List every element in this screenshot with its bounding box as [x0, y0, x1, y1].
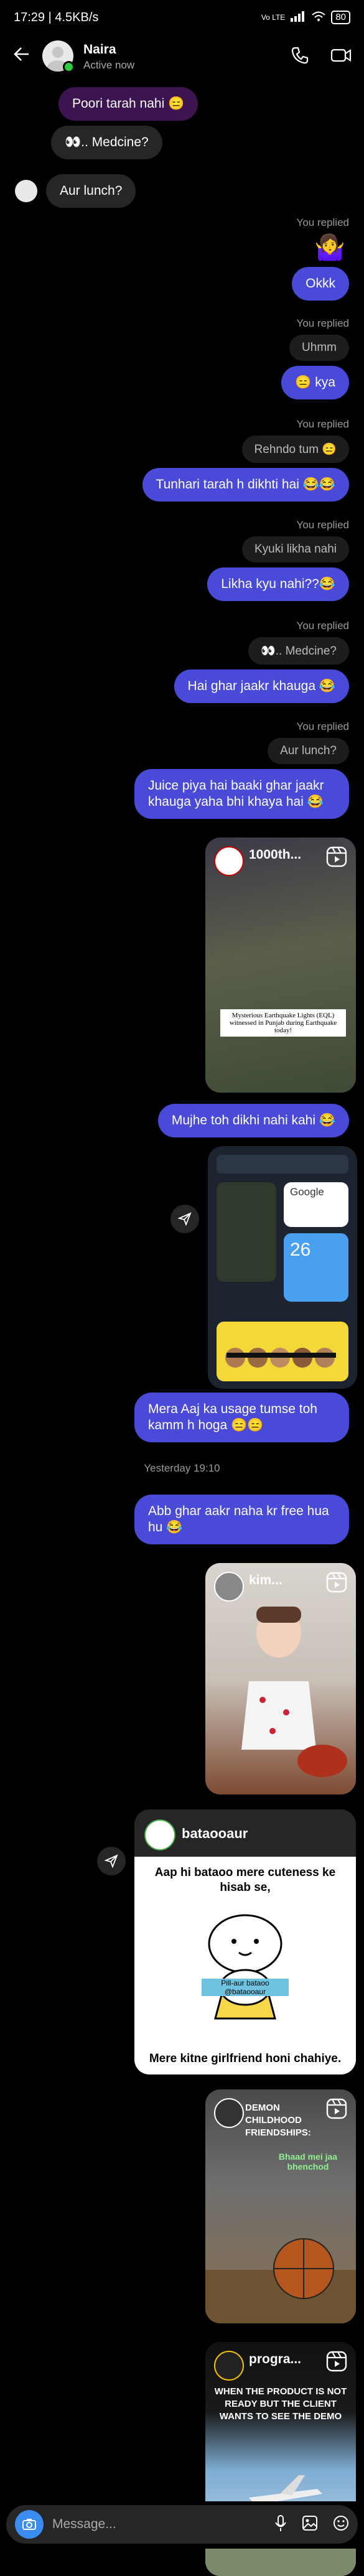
composer-bar: Message... — [6, 2505, 358, 2544]
outgoing-message[interactable]: Tunhari tarah h dikhti hai 😂😂 — [142, 468, 349, 502]
incoming-message[interactable]: 👀.. Medcine? — [51, 126, 162, 159]
outgoing-message[interactable]: Likha kyu nahi??😂 — [207, 567, 349, 601]
screenshot-banner — [217, 1322, 348, 1381]
reel-caption: WHEN THE PRODUCT IS NOT READY BUT THE CL… — [214, 2386, 347, 2422]
reel-card[interactable]: 1000th... Mysterious Earthquake Lights (… — [205, 838, 356, 1093]
reel-caption: Mysterious Earthquake Lights (EQL) witne… — [220, 1009, 346, 1037]
share-icon[interactable] — [97, 1847, 126, 1875]
post-text-bottom: Mere kitne girlfriend honi chahiye. — [149, 2052, 342, 2065]
message-row: Abb ghar aakr naha kr free hua hu 😂 — [134, 1495, 349, 1544]
replied-label: You replied — [296, 519, 349, 531]
reply-group: You replied 🤷‍♀️ Okkk — [292, 217, 349, 301]
quoted-sticker: 🤷‍♀️ — [314, 234, 345, 261]
reels-icon — [326, 846, 347, 870]
timestamp: Yesterday 19:10 — [144, 1462, 220, 1474]
status-time: 17:29 | 4.5KB/s — [14, 10, 99, 24]
post-account-name: bataooaur — [182, 1826, 248, 1841]
video-call-icon[interactable] — [330, 46, 352, 68]
reply-group: You replied Rehndo tum 😑 Tunhari tarah h… — [142, 418, 349, 502]
reel-caption: Bhaad mei jaa bhenchod — [278, 2152, 338, 2172]
contact-name: Naira — [83, 42, 116, 57]
screenshot-widget — [217, 1182, 276, 1282]
reel-card[interactable]: DEMON CHILDHOOD FRIENDSHIPS: Bhaad mei j… — [205, 2089, 356, 2323]
quoted-message: Uhmm — [289, 335, 349, 361]
reel-title: kim... — [249, 1573, 282, 1587]
status-icons: Vo LTE 80 — [261, 11, 350, 25]
outgoing-message[interactable]: Mujhe toh dikhi nahi kahi 😂 — [157, 1104, 349, 1137]
signal-icon — [290, 11, 306, 25]
reel-author-avatar — [214, 846, 244, 876]
post-sign: Pill-aur bataoo @bataooaur — [202, 1979, 289, 1996]
online-indicator — [63, 61, 75, 73]
sticker-icon[interactable] — [333, 2515, 349, 2534]
gallery-icon[interactable] — [302, 2515, 318, 2534]
reel-title: 1000th... — [249, 847, 302, 862]
post-image: Aap hi bataoo mere cuteness ke hisab se,… — [134, 1857, 356, 2074]
reel-author-avatar — [214, 1572, 244, 1602]
wifi-icon — [311, 11, 326, 25]
outgoing-message[interactable]: Abb ghar aakr naha kr free hua hu 😂 — [134, 1495, 349, 1544]
chat-header: Naira Active now — [0, 35, 364, 78]
replied-label: You replied — [296, 217, 349, 228]
sender-avatar — [15, 180, 37, 202]
message-input[interactable]: Message... — [52, 2517, 116, 2532]
outgoing-message[interactable]: Hai ghar jaakr khauga 😂 — [174, 670, 349, 703]
message-row: 👀.. Medcine? — [51, 126, 162, 159]
incoming-message[interactable]: Poori tarah nahi 😑 — [58, 87, 198, 121]
reply-group: You replied Aur lunch? Juice piya hai ba… — [134, 721, 349, 819]
quoted-message: Aur lunch? — [268, 738, 349, 764]
reel-title: progra... — [249, 2352, 302, 2366]
reel-author-avatar — [214, 2098, 244, 2128]
message-composer: Message... — [0, 2501, 364, 2549]
quoted-message: 👀.. Medcine? — [248, 637, 349, 665]
status-bar: 17:29 | 4.5KB/s Vo LTE 80 — [0, 0, 364, 35]
reply-group: You replied 👀.. Medcine? Hai ghar jaakr … — [174, 620, 349, 703]
reply-group: You replied Uhmm 😑 kya — [281, 317, 349, 399]
reels-icon — [326, 2351, 347, 2375]
contact-avatar[interactable] — [42, 40, 75, 73]
replied-label: You replied — [296, 721, 349, 732]
outgoing-message[interactable]: Juice piya hai baaki ghar jaakr khauga y… — [134, 769, 349, 819]
reels-icon — [326, 2098, 347, 2122]
camera-icon[interactable] — [15, 2510, 44, 2539]
back-arrow-icon[interactable] — [12, 45, 42, 68]
post-text-top: Aap hi bataoo mere cuteness ke hisab se, — [154, 1866, 336, 1894]
outgoing-message[interactable]: Mera Aaj ka usage tumse toh kamm h hoga … — [134, 1393, 349, 1442]
screenshot-search-widget: Google — [284, 1182, 348, 1227]
message-row: Aur lunch? — [15, 174, 136, 208]
battery-icon: 80 — [331, 11, 350, 24]
screenshot-image[interactable]: Google 26 — [208, 1146, 357, 1389]
microphone-icon[interactable] — [274, 2514, 287, 2535]
message-row: Mujhe toh dikhi nahi kahi 😂 — [157, 1104, 349, 1137]
network-label: Vo LTE — [261, 13, 286, 22]
phone-call-icon[interactable] — [291, 46, 309, 68]
quoted-message: Kyuki likha nahi — [241, 536, 349, 562]
reel-card[interactable]: kim... — [205, 1563, 356, 1794]
screenshot-weather-widget: 26 — [284, 1233, 348, 1302]
contact-info[interactable]: Naira Active now — [83, 42, 134, 72]
screenshot-top-bar — [217, 1155, 348, 1174]
contact-status: Active now — [83, 58, 135, 71]
replied-label: You replied — [296, 620, 349, 632]
outgoing-message[interactable]: Okkk — [292, 267, 349, 301]
quoted-message: Rehndo tum 😑 — [241, 436, 349, 463]
replied-label: You replied — [296, 418, 349, 430]
incoming-message[interactable]: Aur lunch? — [46, 174, 136, 208]
reply-group: You replied Kyuki likha nahi Likha kyu n… — [207, 519, 349, 601]
post-card[interactable]: bataooaur Aap hi bataoo mere cuteness ke… — [134, 1809, 356, 2074]
share-icon[interactable] — [170, 1205, 199, 1233]
message-row: Mera Aaj ka usage tumse toh kamm h hoga … — [134, 1393, 349, 1442]
post-author-avatar — [144, 1819, 175, 1850]
outgoing-message[interactable]: 😑 kya — [281, 366, 349, 399]
reels-icon — [326, 1572, 347, 1596]
replied-label: You replied — [296, 317, 349, 329]
message-row: Poori tarah nahi 😑 — [58, 87, 198, 121]
reel-title: DEMON CHILDHOOD FRIENDSHIPS: — [245, 2102, 311, 2138]
reel-author-avatar — [214, 2351, 244, 2381]
